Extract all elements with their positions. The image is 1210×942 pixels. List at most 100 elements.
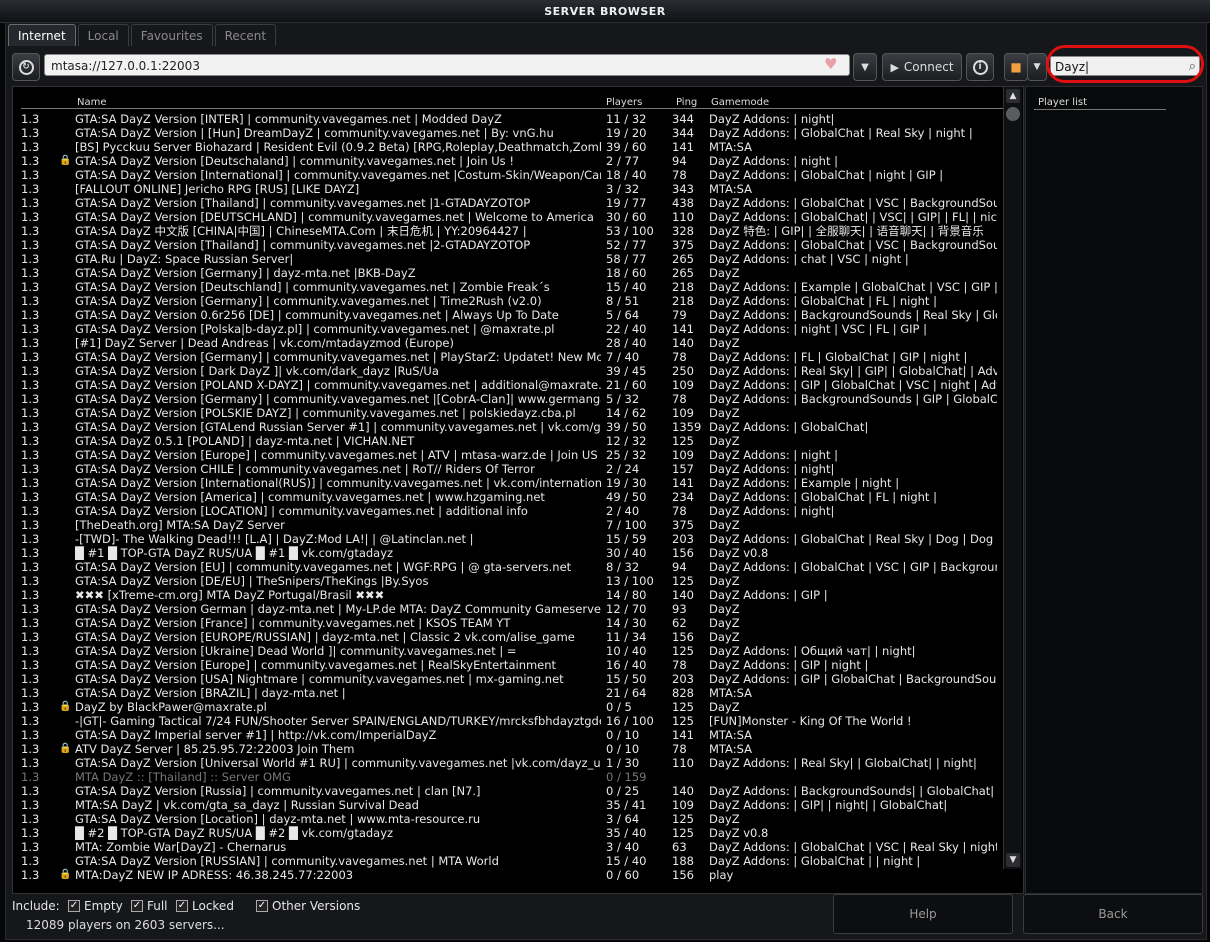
- info-button[interactable]: i: [966, 53, 994, 81]
- server-row[interactable]: 1.3 GTA:SA DayZ Version [EU] | community.…: [13, 560, 1003, 574]
- favourite-heart-icon[interactable]: ♥: [824, 55, 837, 73]
- row-ping: 234: [672, 490, 694, 504]
- server-row[interactable]: 1.3 GTA:SA DayZ Version [USA] Nightmare |…: [13, 672, 1003, 686]
- server-row[interactable]: 1.3 GTA:SA DayZ 0.5.1 [POLAND] | dayz-mta…: [13, 434, 1003, 448]
- server-row[interactable]: 1.3 MTA: Zombie War[DayZ] - Chernarus 3 / …: [13, 840, 1003, 854]
- include-full-checkbox[interactable]: ✓ Full: [131, 899, 168, 913]
- server-row[interactable]: 1.3 GTA:SA DayZ Version [International] |…: [13, 168, 1003, 182]
- back-button[interactable]: Back: [1023, 894, 1203, 934]
- server-row[interactable]: 1.3 GTA:SA DayZ Version [Europe] | commun…: [13, 448, 1003, 462]
- server-list-scrollbar[interactable]: ▲ ▼: [1003, 87, 1022, 869]
- row-gamemode: DayZ Addons: | night|: [709, 504, 835, 518]
- server-row[interactable]: 1.3 GTA:SA DayZ Version [America] | commu…: [13, 490, 1003, 504]
- server-row[interactable]: 1.3 -[TWD]- The Walking Dead!!! [L.A] | D…: [13, 532, 1003, 546]
- server-row[interactable]: 1.3 GTA:SA DayZ Version [BRAZIL] | dayz-m…: [13, 686, 1003, 700]
- server-row[interactable]: 1.3 🔒 ATV DayZ Server | 85.25.95.72:22003 …: [13, 742, 1003, 756]
- row-gamemode: DayZ Addons: | GlobalChat | VSC | Backgr…: [709, 196, 997, 210]
- server-row[interactable]: 1.3 GTA:SA DayZ Version [Europe] | commun…: [13, 658, 1003, 672]
- address-input[interactable]: mtasa://127.0.0.1:22003: [44, 54, 850, 76]
- column-header-name[interactable]: Name: [77, 97, 107, 108]
- server-row[interactable]: 1.3 GTA:SA DayZ Version [LOCATION] | comm…: [13, 504, 1003, 518]
- server-row[interactable]: 1.3 GTA:SA DayZ Version [Polska|b-dayz.pl…: [13, 322, 1003, 336]
- server-row[interactable]: 1.3 🔒 GTA:SA DayZ Version [Deutschaland] |…: [13, 154, 1003, 168]
- scroll-up-arrow[interactable]: ▲: [1006, 89, 1020, 103]
- server-list[interactable]: Name Players Ping Gamemode 1.3 GTA:SA Day…: [12, 86, 1024, 894]
- checkbox-other-versions[interactable]: ✓: [256, 900, 268, 912]
- connect-button[interactable]: ▶ Connect: [882, 53, 962, 81]
- tab-recent[interactable]: Recent: [214, 24, 277, 46]
- include-locked-checkbox[interactable]: ✓ Locked: [176, 899, 234, 913]
- server-row[interactable]: 1.3 GTA:SA DayZ Version [GTALend Russian …: [13, 420, 1003, 434]
- search-type-dropdown[interactable]: ▼: [1027, 53, 1047, 81]
- server-row[interactable]: 1.3 GTA:SA DayZ Version [International(RU…: [13, 476, 1003, 490]
- server-row[interactable]: 1.3 GTA:SA DayZ Version German | dayz-mta…: [13, 602, 1003, 616]
- server-row[interactable]: 1.3 GTA:SA DayZ Version CHILE | community…: [13, 462, 1003, 476]
- server-row[interactable]: 1.3 GTA:SA DayZ Version [Russia] | commun…: [13, 784, 1003, 798]
- server-row[interactable]: 1.3 GTA:SA DayZ Version [Germany] | commu…: [13, 294, 1003, 308]
- server-row[interactable]: 1.3 GTA:SA DayZ Version [Universal World …: [13, 756, 1003, 770]
- server-row[interactable]: 1.3 █ #1 █ TOP-GTA DayZ RUS/UA █ #1 █ vk.…: [13, 546, 1003, 560]
- server-row[interactable]: 1.3 [FALLOUT ONLINE] Jericho RPG [RUS] [L…: [13, 182, 1003, 196]
- server-row[interactable]: 1.3 GTA:SA DayZ Version [POLAND X-DAYZ] |…: [13, 378, 1003, 392]
- server-row[interactable]: 1.3 GTA:SA DayZ Version [INTER] | communi…: [13, 112, 1003, 126]
- row-ping: 188: [672, 854, 694, 868]
- row-name: GTA:SA DayZ Version [Germany] | dayz-mta…: [75, 266, 416, 280]
- server-row[interactable]: 1.3 MTA DayZ :: [Thailand] :: Server OMG 0…: [13, 770, 1003, 784]
- server-row[interactable]: 1.3 GTA:SA DayZ Version | [Hun] DreamDayZ…: [13, 126, 1003, 140]
- search-input[interactable]: Dayz| ⌕: [1050, 56, 1200, 76]
- scroll-down-arrow[interactable]: ▼: [1006, 853, 1020, 867]
- row-version: 1.3: [21, 532, 40, 546]
- help-button[interactable]: Help: [833, 894, 1013, 934]
- address-history-dropdown[interactable]: ▼: [853, 53, 877, 81]
- server-row[interactable]: 1.3 GTA:SA DayZ Version [Germany] | commu…: [13, 350, 1003, 364]
- include-other-versions-checkbox[interactable]: ✓ Other Versions: [256, 899, 360, 913]
- checkbox-full[interactable]: ✓: [131, 900, 143, 912]
- column-header-gamemode[interactable]: Gamemode: [711, 97, 769, 108]
- server-row[interactable]: 1.3 GTA:SA DayZ Version [RUSSIAN] | commu…: [13, 854, 1003, 868]
- server-row[interactable]: 1.3 GTA:SA DayZ Imperial server #1] | htt…: [13, 728, 1003, 742]
- tab-local[interactable]: Local: [77, 24, 129, 46]
- server-row[interactable]: 1.3 -|GT|- Gaming Tactical 7/24 FUN/Shoot…: [13, 714, 1003, 728]
- server-row[interactable]: 1.3 GTA:SA DayZ Version [Germany] | commu…: [13, 392, 1003, 406]
- row-gamemode: DayZ Addons: | GlobalChat | night | GIP …: [709, 168, 944, 182]
- search-icon[interactable]: ⌕: [1189, 57, 1196, 77]
- server-row[interactable]: 1.3 ✖✖✖ [xTreme-cm.org] MTA DayZ Portugal…: [13, 588, 1003, 602]
- server-row[interactable]: 1.3 GTA:SA DayZ Version [DEUTSCHLAND] | c…: [13, 210, 1003, 224]
- row-ping: 156: [672, 630, 694, 644]
- server-row[interactable]: 1.3 🔒 MTA:DayZ NEW IP ADRESS: 46.38.245.77…: [13, 868, 1003, 882]
- server-row[interactable]: 1.3 [#1] DayZ Server | Dead Andreas | vk.…: [13, 336, 1003, 350]
- server-row[interactable]: 1.3 GTA:SA DayZ Version [EUROPE/RUSSIAN] …: [13, 630, 1003, 644]
- server-row[interactable]: 1.3 GTA:SA DayZ 中文版 [CHINA|中国] | ChineseM…: [13, 224, 1003, 238]
- refresh-button[interactable]: ↻: [12, 53, 40, 81]
- server-row[interactable]: 1.3 GTA:SA DayZ Version [POLSKIE DAYZ] | …: [13, 406, 1003, 420]
- server-row[interactable]: 1.3 GTA:SA DayZ Version [Ukraine] Dead Wo…: [13, 644, 1003, 658]
- column-header-ping[interactable]: Ping: [676, 97, 697, 108]
- checkbox-locked[interactable]: ✓: [176, 900, 188, 912]
- column-header-players[interactable]: Players: [606, 97, 642, 108]
- server-row[interactable]: 1.3 GTA.Ru | DayZ: Space Russian Server| 5…: [13, 252, 1003, 266]
- server-row[interactable]: 1.3 GTA:SA DayZ Version [France] | commun…: [13, 616, 1003, 630]
- server-row[interactable]: 1.3 MTA:SA DayZ | vk.com/gta_sa_dayz | Ru…: [13, 798, 1003, 812]
- server-row[interactable]: 1.3 [BS] Pycckuu Server Biohazard | Resid…: [13, 140, 1003, 154]
- tab-internet[interactable]: Internet: [8, 24, 76, 46]
- server-row[interactable]: 1.3 GTA:SA DayZ Version [Location] | dayz…: [13, 812, 1003, 826]
- server-row[interactable]: 1.3 GTA:SA DayZ Version [DE/EU] | TheSnip…: [13, 574, 1003, 588]
- server-row[interactable]: 1.3 GTA:SA DayZ Version [Germany] | dayz-…: [13, 266, 1003, 280]
- row-name: GTA:SA DayZ Version [DEUTSCHLAND] | comm…: [75, 210, 594, 224]
- search-type-button[interactable]: ■: [1004, 53, 1028, 81]
- checkbox-empty[interactable]: ✓: [68, 900, 80, 912]
- row-version: 1.3: [21, 210, 40, 224]
- server-row[interactable]: 1.3 GTA:SA DayZ Version [ Dark DayZ ]| vk…: [13, 364, 1003, 378]
- server-row[interactable]: 1.3 █ #2 █ TOP-GTA DayZ RUS/UA █ #2 █ vk.…: [13, 826, 1003, 840]
- row-version: 1.3: [21, 182, 40, 196]
- include-empty-checkbox[interactable]: ✓ Empty: [68, 899, 123, 913]
- scroll-thumb[interactable]: [1006, 107, 1020, 121]
- server-row[interactable]: 1.3 🔒 DayZ by BlackPawer@maxrate.pl 0 / 5 12…: [13, 700, 1003, 714]
- server-row[interactable]: 1.3 GTA:SA DayZ Version [Thailand] | comm…: [13, 238, 1003, 252]
- tab-favourites[interactable]: Favourites: [130, 24, 213, 46]
- server-row[interactable]: 1.3 GTA:SA DayZ Version [Deutschland] | c…: [13, 280, 1003, 294]
- server-row[interactable]: 1.3 GTA:SA DayZ Version 0.6r256 [DE] | co…: [13, 308, 1003, 322]
- server-row[interactable]: 1.3 [TheDeath.org] MTA:SA DayZ Server 7 / …: [13, 518, 1003, 532]
- server-row[interactable]: 1.3 GTA:SA DayZ Version [Thailand] | comm…: [13, 196, 1003, 210]
- row-players: 22 / 40: [606, 322, 647, 336]
